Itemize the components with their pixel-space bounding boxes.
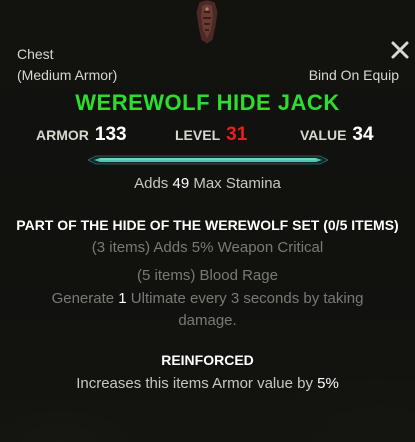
charge-bar [88,155,328,165]
armor-stat: ARMOR 133 [36,124,127,146]
bind-type: Bind On Equip [308,67,399,83]
set-bonus-5-suffix: Ultimate every 3 seconds by taking [130,290,364,307]
trait-description: Increases this items Armor value by 5% [0,375,415,392]
level-stat: LEVEL 31 [175,124,247,146]
armor-label: ARMOR [36,127,89,143]
trait-desc-amount: 5% [317,375,339,392]
set-bonus-3: (3 items) Adds 5% Weapon Critical [91,239,324,256]
set-bonus-5-line2: damage. [178,312,237,329]
enchantment-line: Adds 49 Max Stamina [0,175,415,192]
set-bonus-5-amount: 1 [118,290,127,307]
chest-armor-icon [195,0,219,44]
set-bonus-5-title: (5 items) Blood Rage [137,267,278,284]
armor-value: 133 [94,124,127,145]
set-bonus-5-prefix: Generate [51,290,115,307]
trait-desc-prefix: Increases this items Armor value by [76,375,313,392]
set-bonus-5-line1: Generate 1 Ultimate every 3 seconds by t… [0,290,415,307]
item-name: WEREWOLF HIDE JACK [75,90,340,115]
close-icon[interactable] [390,40,410,60]
enchant-amount: 49 [172,175,190,192]
level-value: 31 [226,124,248,145]
item-tooltip: Chest (Medium Armor) Bind On Equip WEREW… [0,0,415,442]
trait-title: REINFORCED [161,352,254,368]
value-amount: 34 [352,124,374,145]
set-title: PART OF THE HIDE OF THE WEREWOLF SET (0/… [16,217,399,233]
item-slot: Chest [17,46,54,62]
enchant-suffix: Max Stamina [193,175,281,192]
enchant-prefix: Adds [134,175,169,192]
value-stat: VALUE 34 [300,124,374,146]
level-label: LEVEL [175,127,221,143]
armor-weight: (Medium Armor) [17,67,118,83]
value-label: VALUE [300,127,347,143]
